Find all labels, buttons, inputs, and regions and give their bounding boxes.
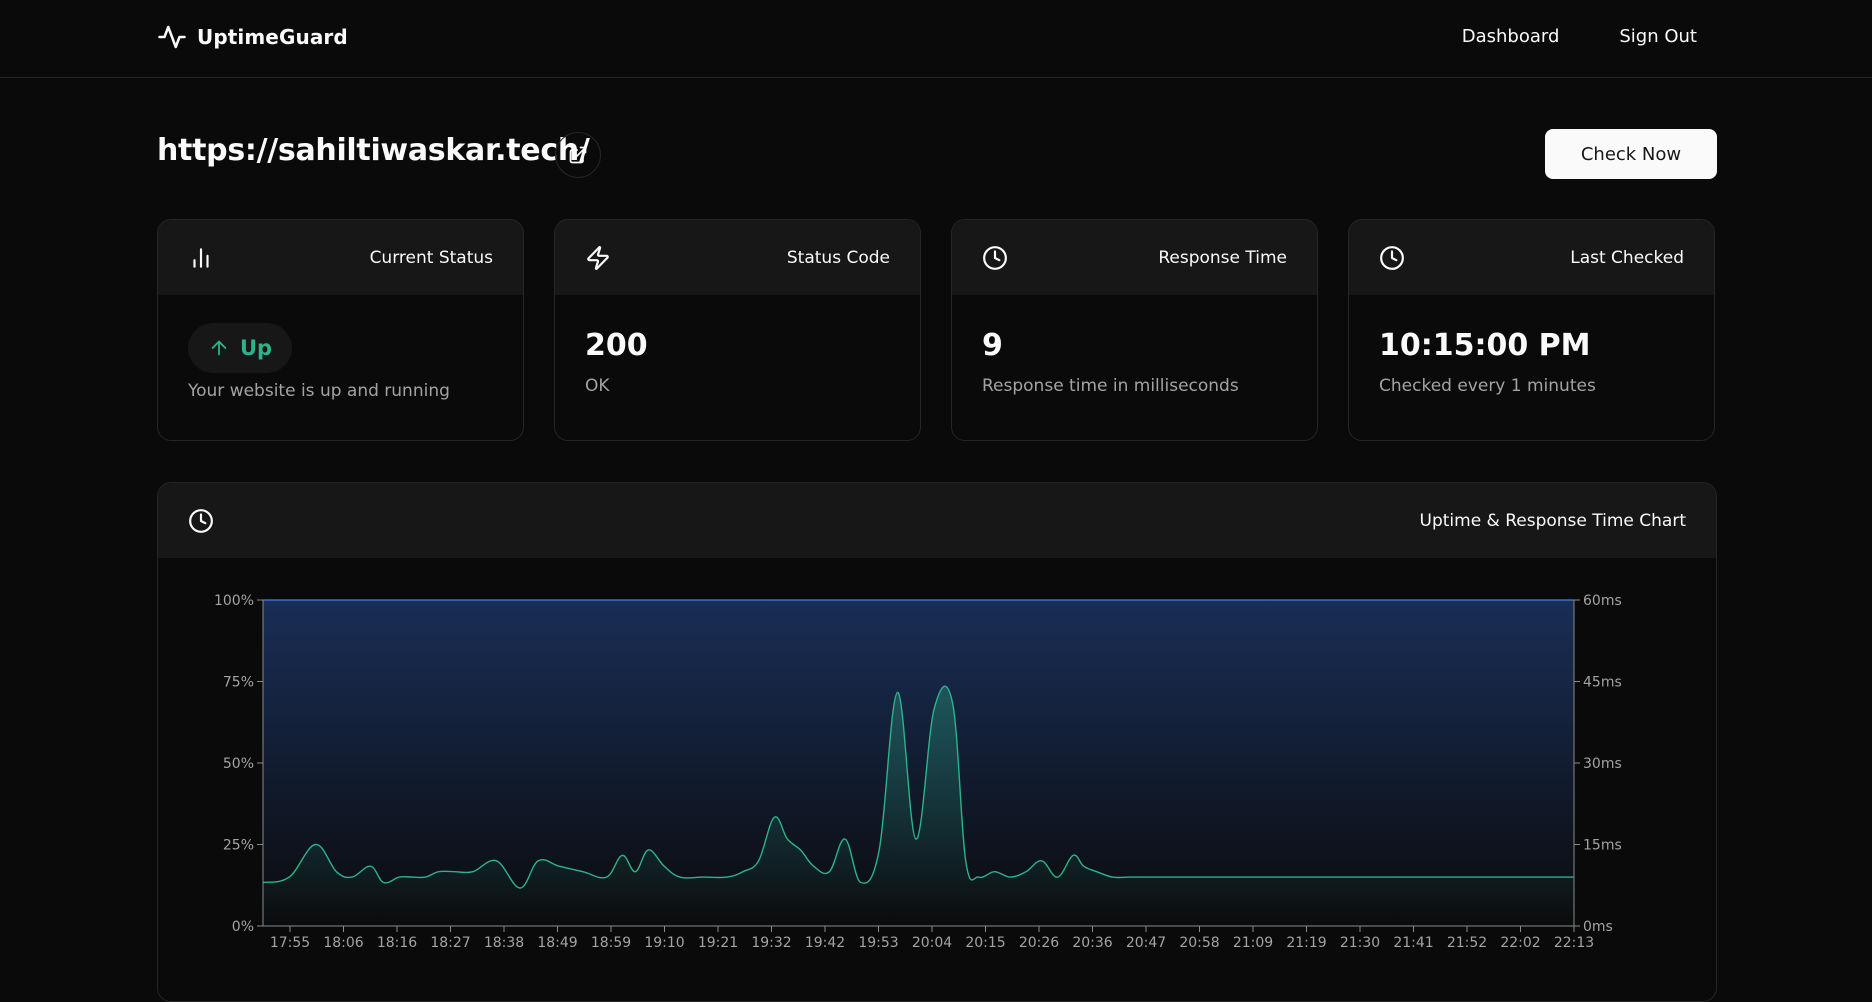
x-tick-label: 20:04 (912, 935, 952, 951)
last-checked-value: 10:15:00 PM (1379, 328, 1591, 363)
x-tick-label: 21:19 (1286, 935, 1326, 951)
x-tick-label: 21:52 (1447, 935, 1487, 951)
left-tick-label: 25% (223, 838, 254, 854)
current-status-card: Current Status Up Your website is up and… (157, 219, 524, 441)
x-tick-label: 19:10 (644, 935, 684, 951)
status-code-value: 200 (585, 328, 648, 363)
x-tick-label: 22:13 (1554, 935, 1594, 951)
card-title: Status Code (786, 247, 890, 268)
status-badge: Up (188, 323, 293, 373)
x-tick-label: 21:09 (1233, 935, 1273, 951)
last-checked-card: Last Checked 10:15:00 PM Checked every 1… (1348, 219, 1715, 441)
external-link-icon (569, 146, 587, 164)
monitored-url-title: https://sahiltiwaskar.tech/ (157, 133, 590, 168)
card-header: Last Checked (1349, 220, 1714, 295)
card-title: Last Checked (1570, 247, 1684, 268)
zap-icon (587, 245, 609, 270)
x-tick-label: 19:42 (805, 935, 845, 951)
clock-icon (983, 245, 1007, 270)
response-time-description: Response time in milliseconds (982, 376, 1239, 396)
card-title: Current Status (369, 247, 493, 268)
brand-logo[interactable]: UptimeGuard (157, 22, 348, 52)
x-tick-label: 18:06 (323, 935, 363, 951)
card-header: Response Time (952, 220, 1317, 295)
x-tick-label: 22:02 (1500, 935, 1540, 951)
x-tick-label: 20:15 (965, 935, 1005, 951)
status-code-description: OK (585, 376, 610, 396)
right-tick-label: 0ms (1583, 919, 1613, 935)
x-tick-label: 17:55 (270, 935, 310, 951)
left-tick-label: 50% (223, 756, 254, 772)
top-navbar: UptimeGuard Dashboard Sign Out (0, 0, 1872, 78)
x-tick-label: 20:26 (1019, 935, 1059, 951)
card-body: 200 OK (555, 295, 920, 396)
card-header: Status Code (555, 220, 920, 295)
x-tick-label: 20:47 (1126, 935, 1166, 951)
card-body: Up Your website is up and running (158, 295, 523, 401)
activity-pulse-icon (158, 25, 186, 49)
arrow-up-icon (211, 340, 227, 356)
left-tick-label: 0% (232, 919, 254, 935)
status-code-card: Status Code 200 OK (554, 219, 921, 441)
brand-name: UptimeGuard (197, 25, 348, 49)
left-tick-label: 100% (214, 593, 254, 609)
x-tick-label: 21:41 (1393, 935, 1433, 951)
right-tick-label: 45ms (1583, 675, 1622, 691)
status-description: Your website is up and running (188, 381, 450, 401)
stats-cards: Current Status Up Your website is up and… (157, 219, 1717, 441)
top-nav-links: Dashboard Sign Out (1462, 26, 1697, 47)
x-tick-label: 19:21 (698, 935, 738, 951)
right-tick-label: 60ms (1583, 593, 1622, 609)
left-tick-label: 75% (223, 675, 254, 691)
right-tick-label: 30ms (1583, 756, 1622, 772)
x-tick-label: 20:36 (1072, 935, 1112, 951)
x-tick-label: 18:27 (430, 935, 470, 951)
x-tick-label: 20:58 (1179, 935, 1219, 951)
response-time-card: Response Time 9 Response time in millise… (951, 219, 1318, 441)
x-tick-label: 21:30 (1340, 935, 1380, 951)
uptime-response-chart-card: Uptime & Response Time Chart 0% 25% 50% 75%… (157, 482, 1717, 1002)
uptime-response-chart: 0% 25% 50% 75% 100% 0ms 15ms 30ms 45ms 60ms 17:55 1… (214, 593, 1622, 951)
status-badge-label: Up (240, 336, 273, 360)
x-tick-label: 19:53 (858, 935, 898, 951)
x-tick-label: 18:16 (377, 935, 417, 951)
clock-icon (1380, 245, 1404, 270)
x-tick-label: 18:59 (591, 935, 631, 951)
x-tick-label: 18:49 (537, 935, 577, 951)
last-checked-description: Checked every 1 minutes (1379, 376, 1596, 396)
x-tick-label: 19:32 (751, 935, 791, 951)
nav-sign-out-link[interactable]: Sign Out (1619, 26, 1697, 47)
response-time-value: 9 (982, 328, 1003, 363)
bar-chart-icon (193, 247, 209, 268)
card-header: Current Status (158, 220, 523, 295)
open-external-link-button[interactable] (555, 132, 601, 178)
check-now-button[interactable]: Check Now (1545, 129, 1717, 179)
x-tick-label: 18:38 (484, 935, 524, 951)
right-tick-label: 15ms (1583, 838, 1622, 854)
card-body: 9 Response time in milliseconds (952, 295, 1317, 396)
card-title: Response Time (1158, 247, 1287, 268)
nav-dashboard-link[interactable]: Dashboard (1462, 26, 1560, 47)
card-body: 10:15:00 PM Checked every 1 minutes (1349, 295, 1714, 396)
